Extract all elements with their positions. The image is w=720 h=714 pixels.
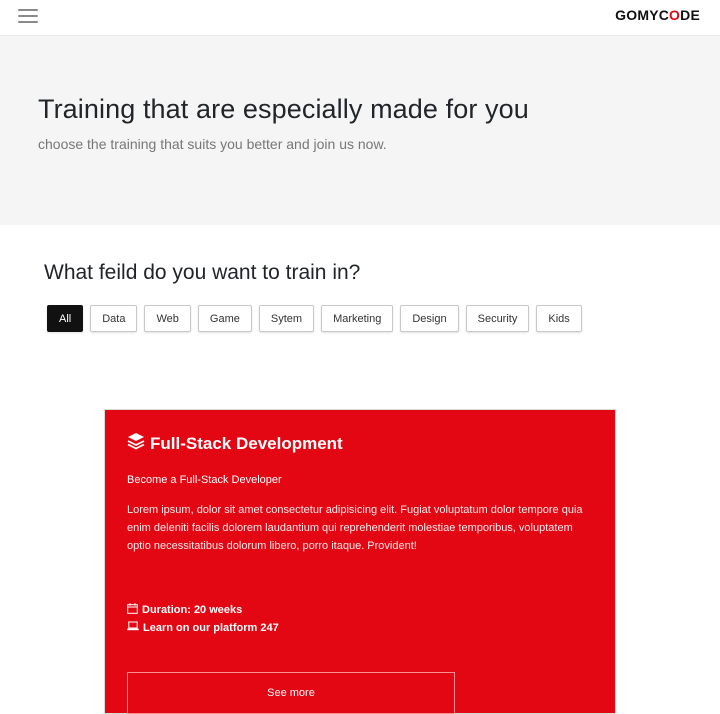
course-subtitle: Become a Full-Stack Developer <box>127 474 282 486</box>
course-duration: Duration: 20 weeks <box>127 603 242 617</box>
course-card: Full-Stack Development Become a Full-Sta… <box>104 409 616 714</box>
filter-bar: All Data Web Game Sytem Marketing Design… <box>47 305 582 332</box>
course-duration-text: Duration: 20 weeks <box>142 604 243 616</box>
layers-icon <box>127 432 145 455</box>
hamburger-menu-icon[interactable] <box>18 8 38 24</box>
calendar-icon <box>127 603 138 617</box>
course-description: Lorem ipsum, dolor sit amet consectetur … <box>127 504 583 552</box>
filter-design-button[interactable]: Design <box>400 305 459 332</box>
hero-subtitle: choose the training that suits you bette… <box>38 136 387 152</box>
filter-game-button[interactable]: Game <box>197 305 252 332</box>
course-title: Full-Stack Development <box>150 433 343 453</box>
laptop-icon <box>127 621 139 634</box>
filter-system-button[interactable]: Sytem <box>258 305 315 332</box>
brand-suffix: DE <box>680 7 700 23</box>
course-platform-text: Learn on our platform 247 <box>143 621 279 634</box>
hero-title: Training that are especially made for yo… <box>38 94 529 124</box>
course-title-row: Full-Stack Development <box>127 432 343 455</box>
filter-web-button[interactable]: Web <box>144 305 191 332</box>
filter-all-button[interactable]: All <box>47 305 84 332</box>
filter-security-button[interactable]: Security <box>465 305 530 332</box>
filter-kids-button[interactable]: Kids <box>536 305 582 332</box>
hero-section: Training that are especially made for yo… <box>0 36 720 225</box>
filter-marketing-button[interactable]: Marketing <box>321 305 394 332</box>
field-question-title: What feild do you want to train in? <box>44 261 361 284</box>
course-platform: Learn on our platform 247 <box>127 621 279 634</box>
filter-data-button[interactable]: Data <box>90 305 138 332</box>
navbar: GOMYCODE <box>0 0 720 36</box>
see-more-button[interactable]: See more <box>127 672 455 714</box>
brand-logo[interactable]: GOMYCODE <box>615 7 700 23</box>
brand-highlight: O <box>669 7 681 23</box>
brand-prefix: GOMYC <box>615 7 670 23</box>
